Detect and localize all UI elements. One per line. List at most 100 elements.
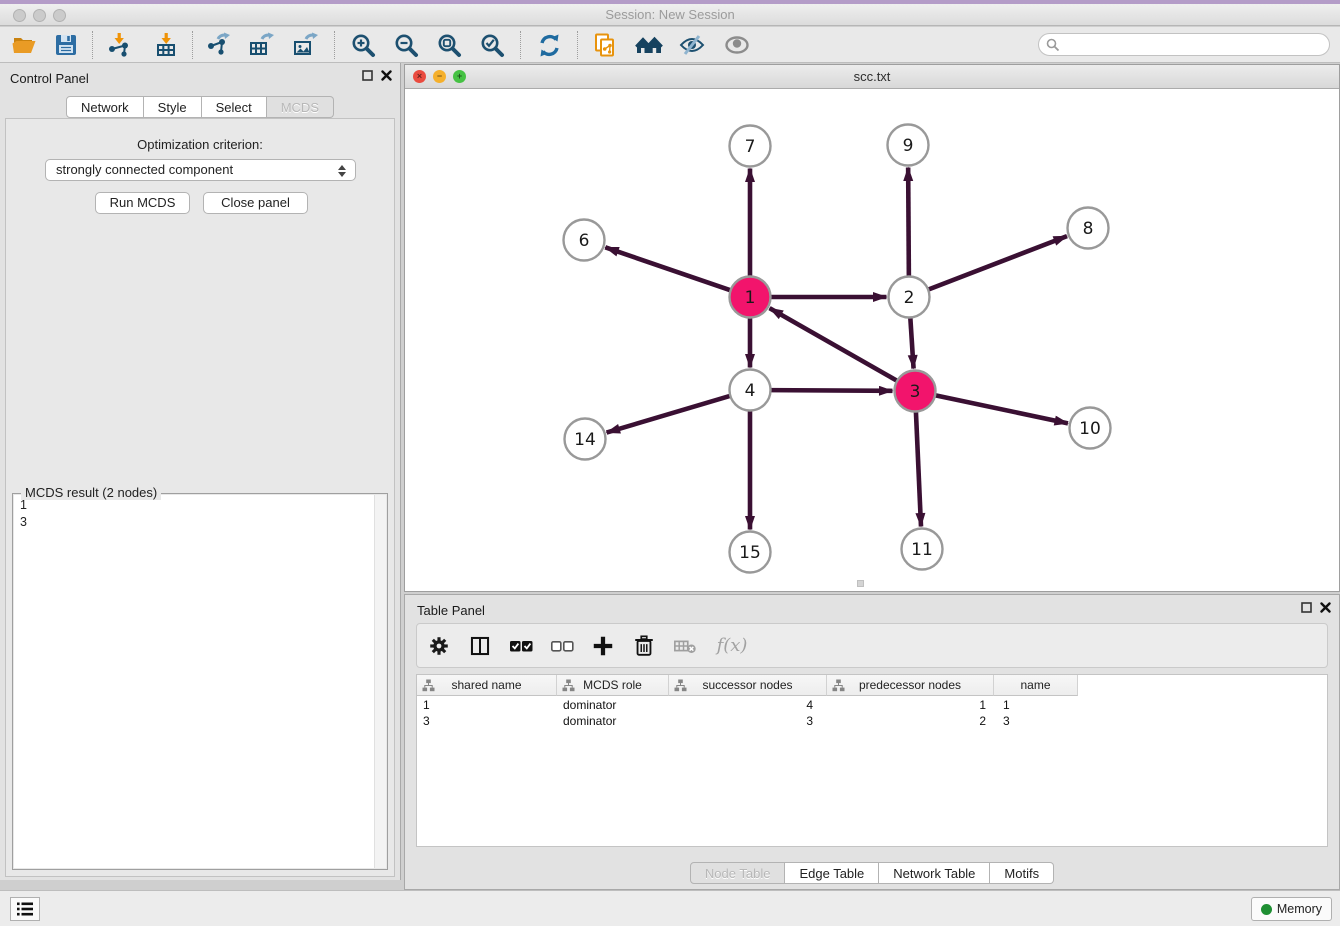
column-header-predecessor-nodes[interactable]: predecessor nodes bbox=[827, 675, 994, 696]
search-icon bbox=[1046, 38, 1060, 52]
column-tree-icon bbox=[832, 679, 845, 692]
zoom-selected-button[interactable] bbox=[478, 31, 506, 59]
tab-motifs[interactable]: Motifs bbox=[990, 862, 1054, 884]
save-session-button[interactable] bbox=[52, 31, 80, 59]
refresh-layout-button[interactable] bbox=[535, 31, 563, 59]
optimization-criterion-select[interactable]: strongly connected component bbox=[45, 159, 356, 181]
run-mcds-button[interactable]: Run MCDS bbox=[95, 192, 190, 214]
tab-edge-table[interactable]: Edge Table bbox=[785, 862, 879, 884]
eye-slash-icon bbox=[678, 32, 706, 58]
status-bar: Memory bbox=[0, 890, 1340, 926]
list-icon bbox=[16, 901, 34, 917]
open-session-button[interactable] bbox=[10, 31, 38, 59]
table-cell[interactable]: 3 bbox=[669, 713, 827, 729]
graph-edge-1-6[interactable] bbox=[605, 247, 730, 290]
graph-edge-4-14[interactable] bbox=[607, 396, 731, 433]
graph-edge-3-11[interactable] bbox=[916, 411, 921, 526]
app-title: Session: New Session bbox=[0, 4, 1340, 26]
table-row[interactable]: 3dominator323 bbox=[417, 713, 1078, 729]
column-header-successor-nodes[interactable]: successor nodes bbox=[669, 675, 827, 696]
control-panel-title: Control Panel bbox=[10, 71, 89, 86]
show-graphics-details-button[interactable] bbox=[723, 31, 751, 59]
table-cell[interactable]: 3 bbox=[994, 713, 1078, 729]
table-settings-button[interactable] bbox=[425, 632, 453, 660]
table-cell[interactable]: dominator bbox=[557, 697, 669, 713]
add-column-button[interactable] bbox=[589, 632, 617, 660]
table-cell[interactable]: 2 bbox=[827, 713, 994, 729]
deselect-all-rows-button[interactable] bbox=[548, 632, 576, 660]
network-window-title: scc.txt bbox=[405, 65, 1339, 89]
save-icon bbox=[53, 32, 79, 58]
zoom-in-icon bbox=[350, 32, 377, 59]
table-cell[interactable]: 1 bbox=[994, 697, 1078, 713]
mcds-result-area[interactable]: 1 3 bbox=[14, 495, 386, 868]
graph-node-label: 1 bbox=[745, 288, 756, 308]
table-cell[interactable]: 1 bbox=[827, 697, 994, 713]
export-image-button[interactable] bbox=[291, 31, 319, 59]
network-overview-button[interactable] bbox=[635, 31, 663, 59]
delete-table-button[interactable] bbox=[671, 632, 699, 660]
tab-style[interactable]: Style bbox=[144, 96, 202, 118]
tab-network[interactable]: Network bbox=[66, 96, 144, 118]
import-table-button[interactable] bbox=[152, 31, 180, 59]
houses-icon bbox=[635, 32, 663, 58]
graph-edge-3-1[interactable] bbox=[770, 308, 898, 381]
result-scrollbar[interactable] bbox=[374, 495, 386, 868]
column-header-shared-name[interactable]: shared name bbox=[417, 675, 557, 696]
table-cell[interactable]: 1 bbox=[417, 697, 557, 713]
network-view-window: × − + scc.txt 7968124314101511 bbox=[404, 64, 1340, 592]
toggle-columns-button[interactable] bbox=[466, 632, 494, 660]
zoom-fit-button[interactable] bbox=[435, 31, 463, 59]
export-network-icon bbox=[205, 32, 231, 58]
close-panel-icon[interactable] bbox=[1320, 602, 1331, 613]
table-cell[interactable]: 3 bbox=[417, 713, 557, 729]
export-network-button[interactable] bbox=[204, 31, 232, 59]
toolbar-separator bbox=[92, 31, 93, 59]
function-builder-button[interactable]: f(x) bbox=[712, 632, 752, 660]
memory-status-icon bbox=[1261, 904, 1272, 915]
zoom-in-button[interactable] bbox=[349, 31, 377, 59]
network-canvas[interactable]: 7968124314101511 bbox=[405, 89, 1339, 591]
export-image-icon bbox=[292, 32, 318, 58]
tab-network-table[interactable]: Network Table bbox=[879, 862, 990, 884]
table-cell[interactable]: dominator bbox=[557, 713, 669, 729]
graph-edge-2-9[interactable] bbox=[908, 167, 909, 276]
eye-icon bbox=[723, 32, 751, 58]
hide-graphics-details-button[interactable] bbox=[678, 31, 706, 59]
refresh-icon bbox=[536, 32, 563, 59]
float-panel-icon[interactable] bbox=[1301, 602, 1312, 613]
close-panel-icon[interactable] bbox=[381, 70, 392, 81]
memory-button[interactable]: Memory bbox=[1251, 897, 1332, 921]
float-panel-icon[interactable] bbox=[362, 70, 373, 81]
close-panel-button[interactable]: Close panel bbox=[203, 192, 308, 214]
zoom-out-button[interactable] bbox=[392, 31, 420, 59]
delete-table-icon bbox=[673, 635, 697, 657]
graph-edge-2-8[interactable] bbox=[928, 236, 1067, 290]
column-header-MCDS-role[interactable]: MCDS role bbox=[557, 675, 669, 696]
import-network-button[interactable] bbox=[105, 31, 133, 59]
column-header-name[interactable]: name bbox=[994, 675, 1078, 696]
trash-icon bbox=[632, 634, 656, 658]
graph-node-label: 6 bbox=[579, 231, 590, 251]
graph-node-label: 3 bbox=[910, 382, 921, 402]
tab-select[interactable]: Select bbox=[202, 96, 267, 118]
delete-columns-button[interactable] bbox=[630, 632, 658, 660]
graph-edge-3-10[interactable] bbox=[935, 395, 1068, 423]
task-history-button[interactable] bbox=[10, 897, 40, 921]
search-field[interactable] bbox=[1038, 33, 1330, 56]
canvas-resize-handle[interactable] bbox=[857, 580, 864, 587]
graph-node-label: 7 bbox=[745, 137, 756, 157]
copy-network-button[interactable] bbox=[591, 31, 619, 59]
tab-mcds[interactable]: MCDS bbox=[267, 96, 334, 118]
network-window-titlebar[interactable]: × − + scc.txt bbox=[405, 65, 1339, 89]
mcds-result-box: 1 3 MCDS result (2 nodes) bbox=[12, 493, 388, 870]
main-toolbar bbox=[0, 27, 1340, 63]
tab-node-table[interactable]: Node Table bbox=[690, 862, 786, 884]
table-cell[interactable]: 4 bbox=[669, 697, 827, 713]
graph-edge-4-3[interactable] bbox=[770, 390, 892, 391]
export-table-button[interactable] bbox=[247, 31, 275, 59]
table-row[interactable]: 1dominator411 bbox=[417, 697, 1078, 713]
search-input[interactable] bbox=[1060, 38, 1329, 52]
graph-edge-2-3[interactable] bbox=[910, 317, 913, 368]
select-all-rows-button[interactable] bbox=[507, 632, 535, 660]
